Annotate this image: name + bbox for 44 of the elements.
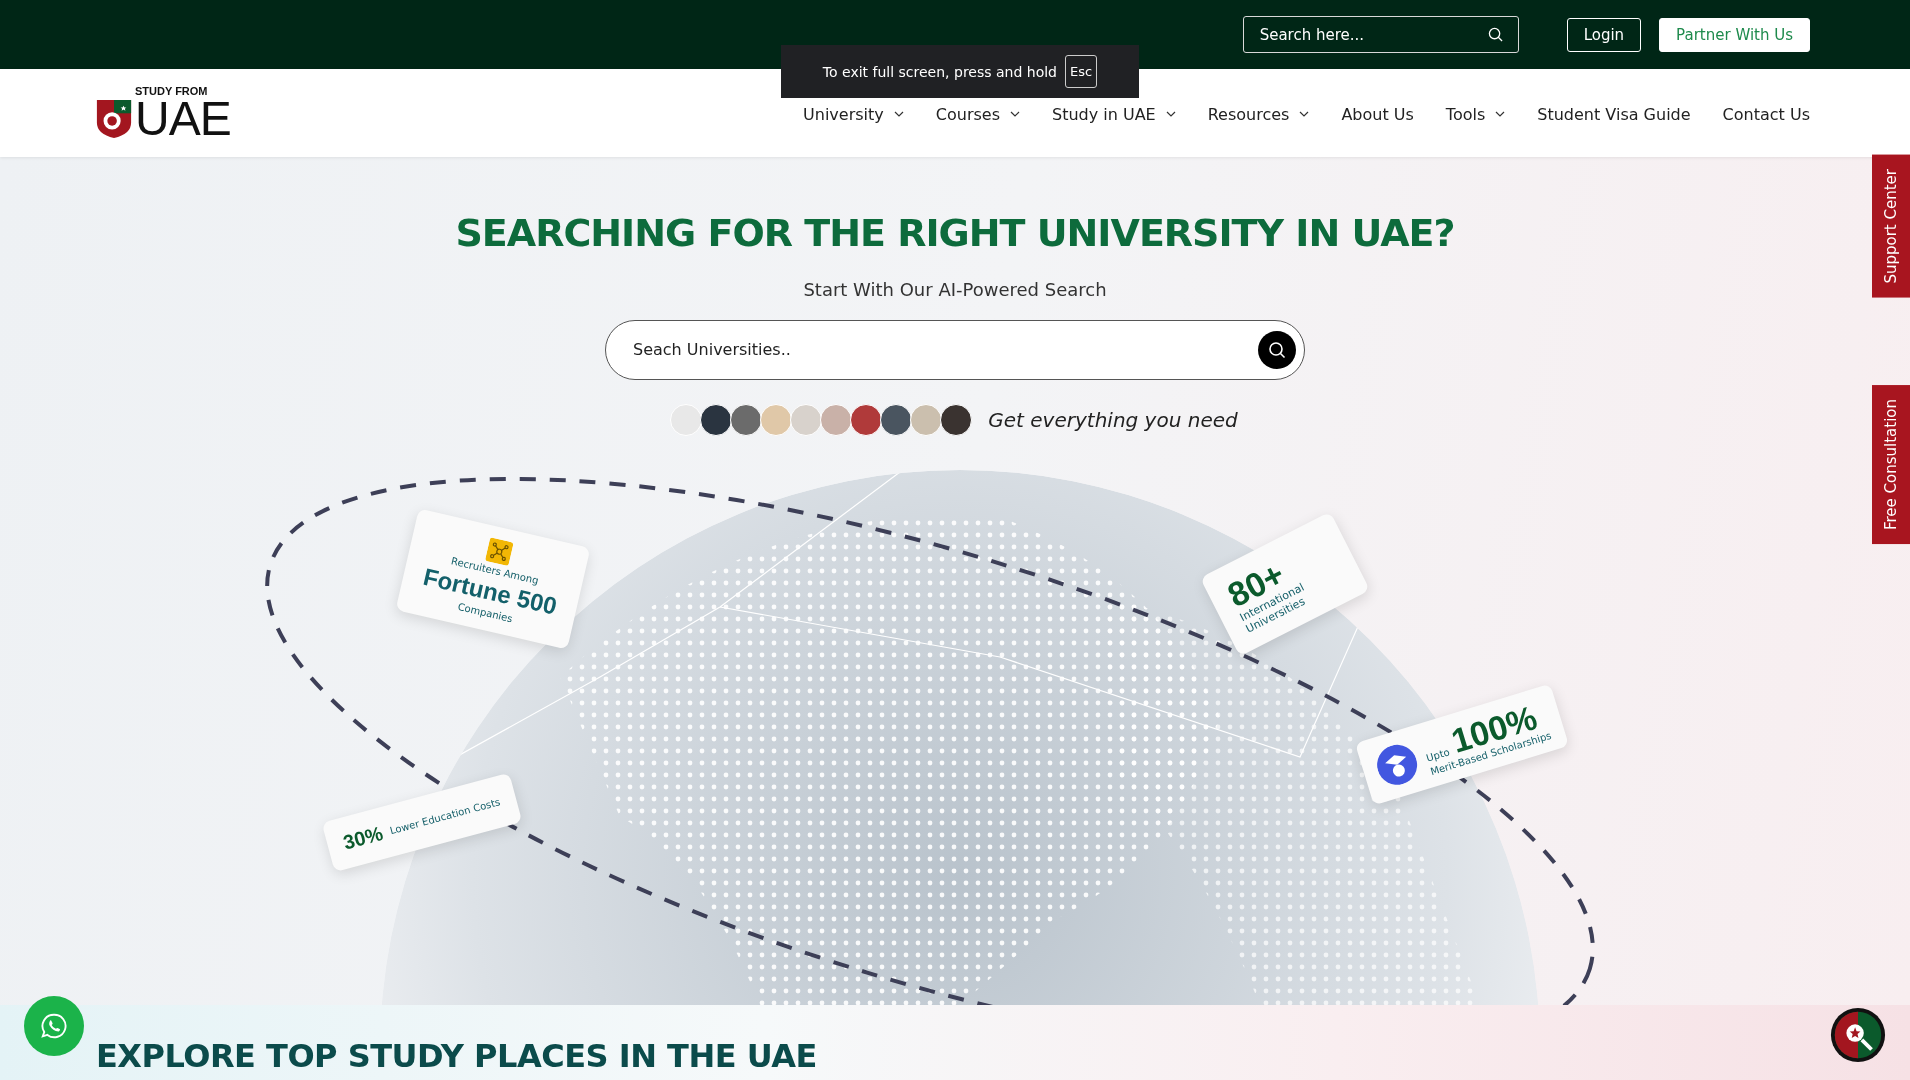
nav-link[interactable]: Contact Us	[1722, 104, 1810, 124]
toast-message: To exit full screen, press and hold	[822, 63, 1057, 80]
side-tab[interactable]: Free Consultation	[1872, 385, 1910, 545]
logo-caption: STUDY FROM	[135, 85, 209, 97]
logo-wordmark: UAE	[135, 96, 231, 141]
card-value: 30%	[340, 821, 386, 855]
nav-link[interactable]: About Us	[1341, 104, 1414, 124]
partner-button[interactable]: Partner With Us	[1659, 17, 1810, 52]
esc-key: Esc	[1065, 55, 1098, 88]
chevron-down-icon	[1299, 111, 1310, 117]
avatar-photo	[730, 403, 763, 436]
assistant-button[interactable]	[1828, 1005, 1888, 1065]
logo-icon[interactable]	[95, 98, 133, 141]
nav-link[interactable]: Student Visa Guide	[1537, 104, 1691, 124]
avatar-photo	[820, 403, 853, 436]
avatar-photo	[790, 403, 823, 436]
search-field[interactable]: Search here...	[1242, 16, 1519, 53]
university-search-field[interactable]: Seach Universities..	[605, 319, 1305, 380]
chevron-down-icon	[1165, 111, 1176, 117]
avatar-photo	[880, 403, 913, 436]
nav-link[interactable]: Tools	[1445, 104, 1506, 124]
section-heading: EXPLORE TOP STUDY PLACES IN THE UAE	[96, 1037, 818, 1076]
avatar-photo	[670, 403, 703, 436]
nav-link[interactable]: Resources	[1207, 104, 1310, 124]
login-button[interactable]: Login	[1566, 17, 1642, 52]
avatar-photo	[760, 403, 793, 436]
hero-title: SEARCHING FOR THE RIGHT UNIVERSITY IN UAE?	[455, 211, 1455, 257]
search-icon	[1268, 340, 1286, 359]
search-icon[interactable]	[1487, 27, 1503, 42]
nav-link[interactable]: Courses	[935, 104, 1020, 124]
hero-subtitle: Start With Our AI-Powered Search	[803, 278, 1107, 300]
whatsapp-icon	[39, 1011, 69, 1041]
avatar-photo	[700, 403, 733, 436]
hero-tagline: Get everything you need	[988, 407, 1238, 432]
chevron-down-icon	[893, 111, 904, 117]
nav-link[interactable]: Study in UAE	[1052, 104, 1176, 124]
avatar-photo	[850, 403, 883, 436]
chevron-down-icon	[1495, 111, 1506, 117]
side-tab[interactable]: Support Center	[1872, 155, 1910, 298]
chat-logo-icon	[1829, 1006, 1887, 1064]
avatar-photo	[910, 403, 943, 436]
nav-link[interactable]: University	[803, 104, 904, 124]
chevron-down-icon	[1010, 111, 1020, 117]
avatar-photo	[940, 403, 973, 436]
